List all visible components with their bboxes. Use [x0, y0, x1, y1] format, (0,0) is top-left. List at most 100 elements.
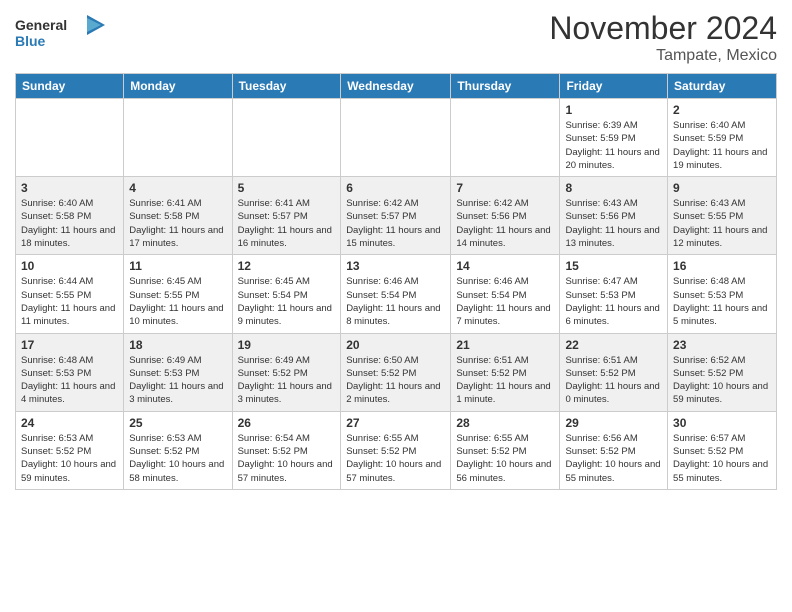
day-info: Sunrise: 6:40 AMSunset: 5:58 PMDaylight:…: [21, 197, 118, 250]
day-number: 21: [456, 338, 554, 352]
calendar-cell-w4-d0: 17Sunrise: 6:48 AMSunset: 5:53 PMDayligh…: [16, 333, 124, 411]
calendar-cell-w2-d5: 8 Sunrise: 6:43 AMSunset: 5:56 PMDaylight…: [560, 177, 668, 255]
logo-text: General Blue: [15, 10, 110, 60]
day-number: 29: [565, 416, 662, 430]
calendar-cell-w2-d3: 6 Sunrise: 6:42 AMSunset: 5:57 PMDaylight…: [341, 177, 451, 255]
day-info: Sunrise: 6:39 AMSunset: 5:59 PMDaylight:…: [565, 119, 662, 172]
calendar-cell-w5-d5: 29 Sunrise: 6:56 AMSunset: 5:52 PMDayligh…: [560, 411, 668, 489]
day-info: Sunrise: 6:55 AMSunset: 5:52 PMDaylight:…: [346, 432, 445, 485]
calendar-cell-w5-d1: 25 Sunrise: 6:53 AMSunset: 5:52 PMDayligh…: [124, 411, 232, 489]
calendar-cell-w1-d2: [232, 99, 341, 177]
day-info: Sunrise: 6:50 AMSunset: 5:52 PMDaylight:…: [346, 354, 445, 407]
day-number: 11: [129, 259, 226, 273]
day-info: Sunrise: 6:46 AMSunset: 5:54 PMDaylight:…: [346, 275, 445, 328]
header: General Blue November 2024 Tampate, Mexi…: [15, 10, 777, 65]
col-friday: Friday: [560, 74, 668, 99]
svg-text:Blue: Blue: [15, 33, 46, 49]
day-number: 8: [565, 181, 662, 195]
day-info: Sunrise: 6:52 AMSunset: 5:52 PMDaylight:…: [673, 354, 771, 407]
week-row-3: 10 Sunrise: 6:44 AMSunset: 5:55 PMDayligh…: [16, 255, 777, 333]
calendar-cell-w5-d4: 28 Sunrise: 6:55 AMSunset: 5:52 PMDayligh…: [451, 411, 560, 489]
day-info: Sunrise: 6:41 AMSunset: 5:57 PMDaylight:…: [238, 197, 336, 250]
calendar-cell-w2-d4: 7 Sunrise: 6:42 AMSunset: 5:56 PMDaylight…: [451, 177, 560, 255]
calendar-cell-w5-d6: 30 Sunrise: 6:57 AMSunset: 5:52 PMDayligh…: [668, 411, 777, 489]
day-info: Sunrise: 6:55 AMSunset: 5:52 PMDaylight:…: [456, 432, 554, 485]
day-number: 14: [456, 259, 554, 273]
day-number: 24: [21, 416, 118, 430]
calendar: Sunday Monday Tuesday Wednesday Thursday…: [15, 73, 777, 490]
calendar-cell-w3-d5: 15Sunrise: 6:47 AMSunset: 5:53 PMDayligh…: [560, 255, 668, 333]
col-wednesday: Wednesday: [341, 74, 451, 99]
calendar-cell-w3-d0: 10 Sunrise: 6:44 AMSunset: 5:55 PMDayligh…: [16, 255, 124, 333]
day-info: Sunrise: 6:43 AMSunset: 5:56 PMDaylight:…: [565, 197, 662, 250]
calendar-cell-w3-d6: 16Sunrise: 6:48 AMSunset: 5:53 PMDayligh…: [668, 255, 777, 333]
calendar-cell-w1-d3: [341, 99, 451, 177]
week-row-1: 1Sunrise: 6:39 AMSunset: 5:59 PMDaylight…: [16, 99, 777, 177]
day-info: Sunrise: 6:49 AMSunset: 5:53 PMDaylight:…: [129, 354, 226, 407]
day-number: 23: [673, 338, 771, 352]
calendar-cell-w4-d6: 23 Sunrise: 6:52 AMSunset: 5:52 PMDayligh…: [668, 333, 777, 411]
svg-text:General: General: [15, 17, 67, 33]
week-row-4: 17Sunrise: 6:48 AMSunset: 5:53 PMDayligh…: [16, 333, 777, 411]
calendar-cell-w1-d0: [16, 99, 124, 177]
day-number: 28: [456, 416, 554, 430]
day-number: 3: [21, 181, 118, 195]
day-info: Sunrise: 6:40 AMSunset: 5:59 PMDaylight:…: [673, 119, 771, 172]
calendar-cell-w1-d1: [124, 99, 232, 177]
calendar-cell-w4-d3: 20 Sunrise: 6:50 AMSunset: 5:52 PMDayligh…: [341, 333, 451, 411]
day-number: 25: [129, 416, 226, 430]
calendar-body: 1Sunrise: 6:39 AMSunset: 5:59 PMDaylight…: [16, 99, 777, 490]
calendar-cell-w1-d5: 1Sunrise: 6:39 AMSunset: 5:59 PMDaylight…: [560, 99, 668, 177]
calendar-cell-w5-d3: 27 Sunrise: 6:55 AMSunset: 5:52 PMDayligh…: [341, 411, 451, 489]
day-info: Sunrise: 6:53 AMSunset: 5:52 PMDaylight:…: [129, 432, 226, 485]
title-area: November 2024 Tampate, Mexico: [549, 10, 777, 65]
day-number: 17: [21, 338, 118, 352]
calendar-cell-w4-d1: 18 Sunrise: 6:49 AMSunset: 5:53 PMDayligh…: [124, 333, 232, 411]
day-info: Sunrise: 6:51 AMSunset: 5:52 PMDaylight:…: [565, 354, 662, 407]
calendar-cell-w2-d1: 4Sunrise: 6:41 AMSunset: 5:58 PMDaylight…: [124, 177, 232, 255]
calendar-cell-w3-d2: 12 Sunrise: 6:45 AMSunset: 5:54 PMDayligh…: [232, 255, 341, 333]
calendar-cell-w4-d5: 22 Sunrise: 6:51 AMSunset: 5:52 PMDayligh…: [560, 333, 668, 411]
day-info: Sunrise: 6:42 AMSunset: 5:56 PMDaylight:…: [456, 197, 554, 250]
day-info: Sunrise: 6:41 AMSunset: 5:58 PMDaylight:…: [129, 197, 226, 250]
day-number: 22: [565, 338, 662, 352]
calendar-cell-w3-d4: 14 Sunrise: 6:46 AMSunset: 5:54 PMDayligh…: [451, 255, 560, 333]
calendar-cell-w3-d1: 11 Sunrise: 6:45 AMSunset: 5:55 PMDayligh…: [124, 255, 232, 333]
day-number: 20: [346, 338, 445, 352]
day-info: Sunrise: 6:42 AMSunset: 5:57 PMDaylight:…: [346, 197, 445, 250]
month-title: November 2024: [549, 10, 777, 47]
week-row-2: 3 Sunrise: 6:40 AMSunset: 5:58 PMDaylight…: [16, 177, 777, 255]
col-monday: Monday: [124, 74, 232, 99]
day-number: 16: [673, 259, 771, 273]
col-tuesday: Tuesday: [232, 74, 341, 99]
day-info: Sunrise: 6:54 AMSunset: 5:52 PMDaylight:…: [238, 432, 336, 485]
day-number: 18: [129, 338, 226, 352]
location: Tampate, Mexico: [549, 47, 777, 65]
day-info: Sunrise: 6:57 AMSunset: 5:52 PMDaylight:…: [673, 432, 771, 485]
col-saturday: Saturday: [668, 74, 777, 99]
day-number: 7: [456, 181, 554, 195]
day-number: 26: [238, 416, 336, 430]
day-number: 9: [673, 181, 771, 195]
day-info: Sunrise: 6:43 AMSunset: 5:55 PMDaylight:…: [673, 197, 771, 250]
day-number: 12: [238, 259, 336, 273]
calendar-cell-w4-d4: 21 Sunrise: 6:51 AMSunset: 5:52 PMDayligh…: [451, 333, 560, 411]
calendar-cell-w2-d2: 5Sunrise: 6:41 AMSunset: 5:57 PMDaylight…: [232, 177, 341, 255]
day-number: 27: [346, 416, 445, 430]
day-number: 10: [21, 259, 118, 273]
day-info: Sunrise: 6:49 AMSunset: 5:52 PMDaylight:…: [238, 354, 336, 407]
day-info: Sunrise: 6:51 AMSunset: 5:52 PMDaylight:…: [456, 354, 554, 407]
logo: General Blue: [15, 10, 110, 60]
calendar-cell-w5-d2: 26 Sunrise: 6:54 AMSunset: 5:52 PMDayligh…: [232, 411, 341, 489]
day-info: Sunrise: 6:45 AMSunset: 5:54 PMDaylight:…: [238, 275, 336, 328]
logo-icon: General Blue: [15, 10, 110, 55]
day-info: Sunrise: 6:44 AMSunset: 5:55 PMDaylight:…: [21, 275, 118, 328]
day-number: 6: [346, 181, 445, 195]
day-number: 30: [673, 416, 771, 430]
day-info: Sunrise: 6:56 AMSunset: 5:52 PMDaylight:…: [565, 432, 662, 485]
day-info: Sunrise: 6:45 AMSunset: 5:55 PMDaylight:…: [129, 275, 226, 328]
day-info: Sunrise: 6:46 AMSunset: 5:54 PMDaylight:…: [456, 275, 554, 328]
calendar-cell-w1-d6: 2Sunrise: 6:40 AMSunset: 5:59 PMDaylight…: [668, 99, 777, 177]
calendar-cell-w1-d4: [451, 99, 560, 177]
day-number: 19: [238, 338, 336, 352]
